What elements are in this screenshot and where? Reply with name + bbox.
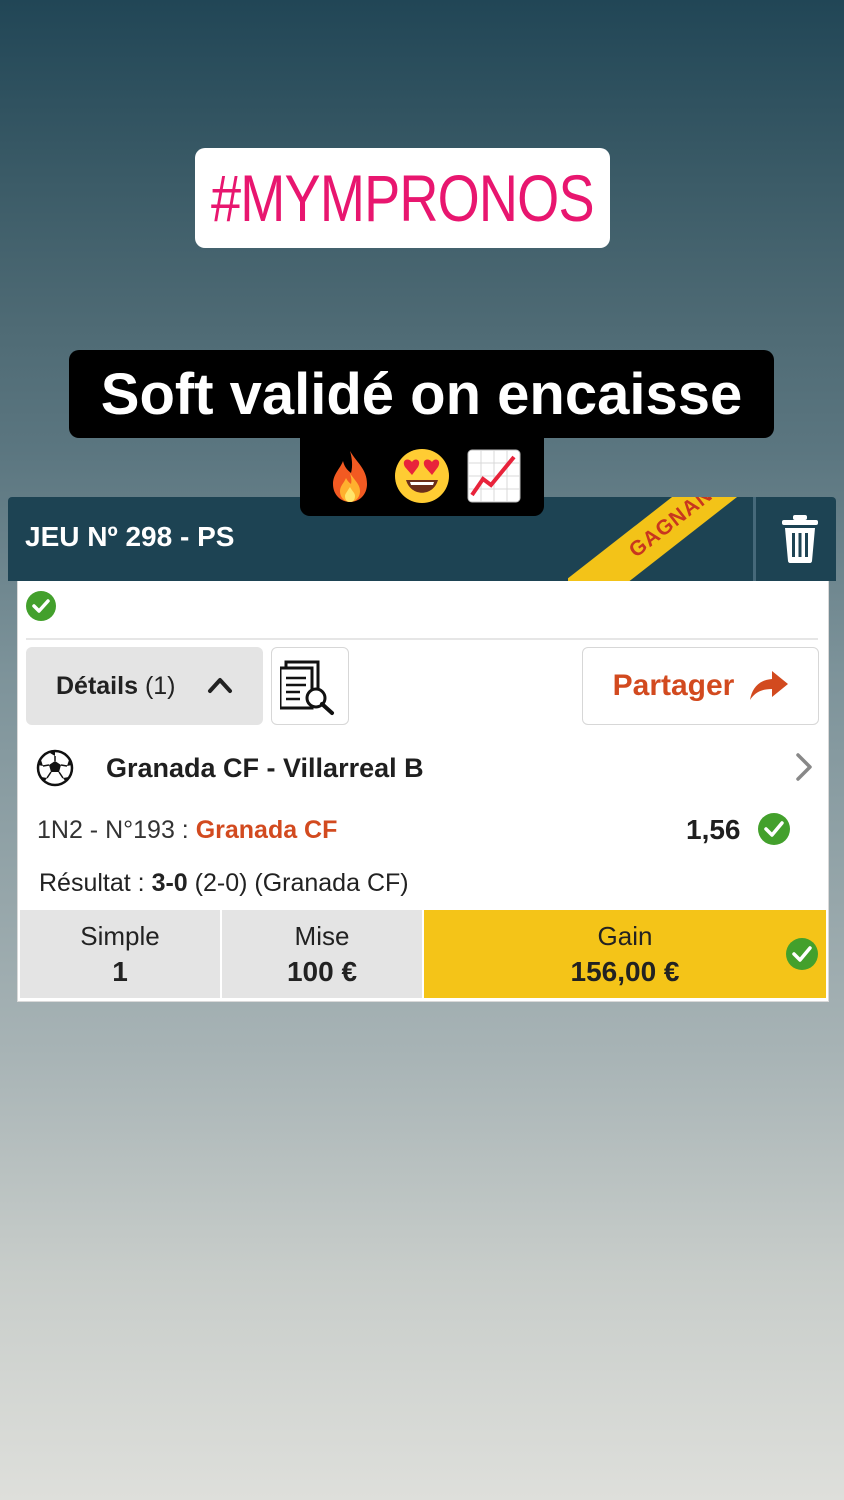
share-arrow-icon <box>750 671 789 700</box>
bet-type-value: 1 <box>112 955 128 987</box>
bet-card: JEU Nº 298 - PS GAGNANT Détails (1) Part… <box>0 497 844 1003</box>
gain-value: 156,00 € <box>570 955 680 987</box>
status-ribbon-label: GAGNANT <box>624 497 729 563</box>
status-ribbon: GAGNANT <box>568 497 753 581</box>
share-label: Partager <box>612 669 735 702</box>
trash-icon[interactable] <box>780 515 820 563</box>
bet-type-label: Simple <box>80 920 160 951</box>
validated-check-icon <box>26 591 56 621</box>
stake-label: Mise <box>294 920 350 951</box>
header-divider <box>753 497 756 581</box>
details-toggle-button[interactable]: Détails (1) <box>26 647 263 725</box>
story-caption-text: Soft validé on encaisse <box>100 361 743 427</box>
pick-team: Granada CF <box>195 816 338 844</box>
chevron-up-icon <box>208 678 232 693</box>
divider <box>26 638 818 640</box>
result-score: 3-0 <box>151 869 188 897</box>
hashtag-text: #MYMPRONOS <box>211 161 595 235</box>
bet-type-cell: Simple 1 <box>20 910 222 998</box>
gain-check-icon <box>786 938 818 970</box>
story-caption-emojis <box>300 436 544 516</box>
match-name: Granada CF - Villarreal B <box>106 753 424 783</box>
stake-cell: Mise 100 € <box>222 910 424 998</box>
pick-row: 1N2 - N°193 : Granada CF <box>37 816 337 845</box>
bet-summary-bar: Simple 1 Mise 100 € Gain 156,00 € <box>20 910 826 998</box>
soccer-ball-icon <box>36 749 74 787</box>
result-row: Résultat : 3-0 (2-0) (Granada CF) <box>39 869 409 898</box>
chart-increasing-emoji <box>467 449 521 503</box>
details-label: Détails <box>56 671 138 700</box>
story-caption: Soft validé on encaisse <box>69 350 774 438</box>
document-search-button[interactable] <box>271 647 349 725</box>
heart-eyes-emoji <box>395 449 449 503</box>
gain-label: Gain <box>597 920 653 951</box>
pick-prefix: 1N2 - N°193 : <box>37 816 196 844</box>
match-row[interactable]: Granada CF - Villarreal B <box>36 749 826 789</box>
gain-cell: Gain 156,00 € <box>424 910 826 998</box>
chevron-right-icon <box>796 753 812 781</box>
result-suffix: (2-0) (Granada CF) <box>187 869 409 897</box>
document-search-icon <box>280 660 334 715</box>
fire-emoji <box>333 451 367 502</box>
result-prefix: Résultat : <box>39 869 152 897</box>
odd-value: 1,56 <box>686 814 741 845</box>
details-count: (1) <box>144 671 176 700</box>
pick-won-check-icon <box>758 813 790 845</box>
share-button[interactable]: Partager <box>582 647 819 725</box>
stake-value: 100 € <box>286 955 358 987</box>
bet-title: JEU Nº 298 - PS <box>25 521 235 552</box>
bet-card-body: Détails (1) Partager Granada CF - Villar… <box>17 581 829 1002</box>
hashtag-sticker: #MYMPRONOS <box>195 148 610 248</box>
